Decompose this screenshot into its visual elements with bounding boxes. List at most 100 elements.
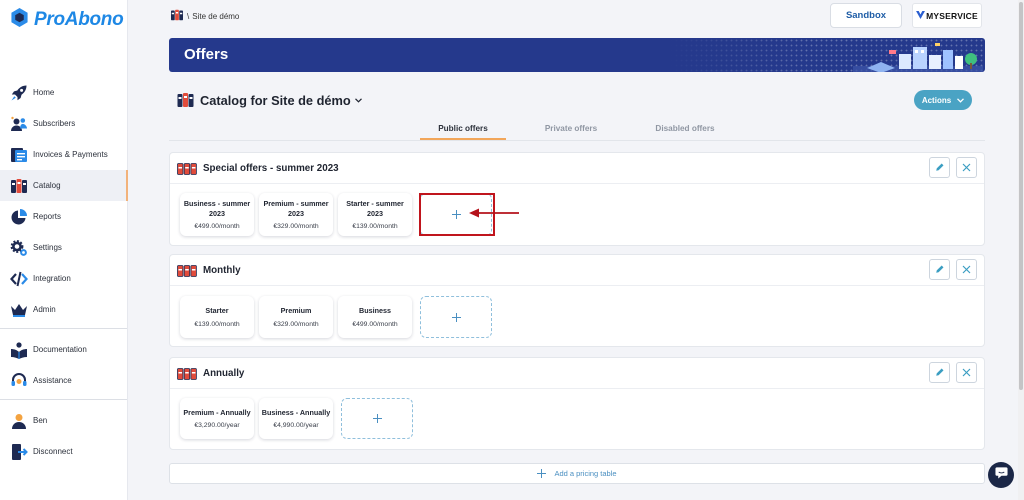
chat-icon: [994, 466, 1008, 484]
sidebar-item-label: Admin: [33, 305, 56, 314]
offer-card[interactable]: Starter €139.00/month: [180, 296, 254, 338]
catalog-title: Catalog for Site de démo: [200, 92, 351, 108]
headset-icon: [10, 372, 28, 390]
offer-price: €329.00/month: [273, 320, 319, 328]
pencil-icon: [935, 159, 945, 177]
sidebar-item-subscribers[interactable]: Subscribers: [0, 108, 128, 139]
business-name: MYSERVICE: [926, 10, 978, 21]
sidebar-divider: [0, 399, 127, 400]
sidebar-item-integration[interactable]: Integration: [0, 263, 128, 294]
catalog-icon: [170, 9, 184, 23]
catalog-header: Catalog for Site de démo Actions Public …: [169, 84, 985, 141]
breadcrumb-current[interactable]: Site de démo: [192, 12, 239, 21]
offer-name: Starter: [205, 306, 229, 316]
sidebar-item-label: Settings: [33, 243, 62, 252]
banner-illustration: [853, 43, 983, 72]
rocket-icon: [10, 84, 28, 102]
sidebar-item-label: Assistance: [33, 376, 72, 385]
pricing-table-section: Annually Premium - Annually €3,290.00/ye…: [169, 357, 985, 450]
app-name: ProAbono: [34, 9, 124, 30]
sandbox-button[interactable]: Sandbox: [830, 3, 902, 28]
sidebar-item-disconnect[interactable]: Disconnect: [0, 436, 128, 467]
sidebar-divider: [0, 328, 127, 329]
sidebar-item-user[interactable]: Ben: [0, 405, 128, 436]
offer-card[interactable]: Business - Annually €4,990.00/year: [259, 398, 333, 439]
add-offer-button[interactable]: [341, 398, 413, 439]
tab-private-offers[interactable]: Private offers: [528, 120, 614, 140]
offer-price: €139.00/month: [194, 320, 240, 328]
offer-card[interactable]: Premium - Annually €3,290.00/year: [180, 398, 254, 439]
edit-section-button[interactable]: [929, 362, 950, 383]
gear-icon: [10, 239, 28, 257]
books-icon: [177, 264, 197, 282]
sidebar-item-label: Catalog: [33, 181, 61, 190]
offer-price: €4,990.00/year: [273, 422, 319, 430]
sidebar-item-label: Disconnect: [33, 447, 73, 456]
pie-chart-icon: [10, 208, 28, 226]
delete-section-button[interactable]: [956, 259, 977, 280]
offer-card[interactable]: Business - summer 2023 €499.00/month: [180, 193, 254, 236]
sidebar-item-reports[interactable]: Reports: [0, 201, 128, 232]
catalog-icon: [176, 92, 195, 113]
users-icon: [10, 115, 28, 133]
sidebar-item-documentation[interactable]: Documentation: [0, 334, 128, 365]
add-offer-button[interactable]: [420, 296, 492, 338]
sidebar-item-label: Documentation: [33, 345, 87, 354]
delete-section-button[interactable]: [956, 157, 977, 178]
section-title: Monthly: [203, 265, 241, 276]
sidebar-item-settings[interactable]: Settings: [0, 232, 128, 263]
sidebar-item-assistance[interactable]: Assistance: [0, 365, 128, 396]
offer-name: Starter - summer 2023: [346, 199, 404, 218]
sidebar-item-invoices-payments[interactable]: Invoices & Payments: [0, 139, 128, 170]
offer-name: Business - summer 2023: [183, 199, 251, 218]
offer-card[interactable]: Premium €329.00/month: [259, 296, 333, 338]
pencil-icon: [935, 364, 945, 382]
chat-button[interactable]: [988, 462, 1014, 488]
offers-row: Premium - Annually €3,290.00/year Busine…: [180, 398, 413, 439]
catalog-icon: [10, 177, 28, 195]
tab-disabled-offers[interactable]: Disabled offers: [642, 120, 728, 140]
plus-icon: [537, 469, 547, 478]
edit-section-button[interactable]: [929, 157, 950, 178]
chevron-down-icon: [957, 97, 965, 103]
scrollbar-thumb[interactable]: [1019, 2, 1023, 390]
delete-section-button[interactable]: [956, 362, 977, 383]
pricing-table-section: Special offers - summer 2023 Business - …: [169, 152, 985, 246]
app-logo[interactable]: ProAbono: [10, 8, 124, 31]
sidebar-item-label: Ben: [33, 416, 48, 425]
sidebar-item-label: Reports: [33, 212, 62, 221]
offer-name: Premium - Annually: [183, 407, 251, 417]
add-pricing-table-button[interactable]: Add a pricing table: [169, 463, 985, 484]
sidebar-item-label: Invoices & Payments: [33, 150, 108, 159]
sidebar-item-label: Subscribers: [33, 119, 76, 128]
offer-price: €329.00/month: [273, 223, 319, 230]
invoices-icon: [10, 146, 28, 164]
actions-button[interactable]: Actions: [914, 90, 972, 110]
section-title: Annually: [203, 368, 245, 379]
catalog-selector[interactable]: Catalog for Site de démo: [200, 91, 362, 109]
edit-section-button[interactable]: [929, 259, 950, 280]
sidebar-item-admin[interactable]: Admin: [0, 294, 128, 325]
breadcrumb-separator: \: [187, 11, 190, 21]
plus-icon: [372, 414, 382, 423]
offer-card[interactable]: Premium - summer 2023 €329.00/month: [259, 193, 333, 236]
close-icon: [962, 261, 971, 279]
sidebar-item-home[interactable]: Home: [0, 77, 128, 108]
sidebar-item-catalog[interactable]: Catalog: [0, 170, 128, 201]
business-selector[interactable]: MYSERVICE: [912, 3, 982, 28]
logout-icon: [10, 443, 28, 461]
plus-icon: [451, 312, 461, 322]
offers-row: Starter €139.00/month Premium €329.00/mo…: [180, 296, 492, 338]
sidebar: ProAbono Home Subscribers Invoices & Pay…: [0, 0, 128, 500]
books-icon: [177, 162, 197, 180]
section-header: Monthly: [170, 255, 984, 286]
offer-name: Business: [359, 306, 391, 316]
section-header: Annually: [170, 358, 984, 389]
pencil-icon: [935, 261, 945, 279]
offer-price: €139.00/month: [352, 223, 398, 230]
offer-card[interactable]: Starter - summer 2023 €139.00/month: [338, 193, 412, 236]
breadcrumb: \ Site de démo: [170, 9, 239, 23]
offer-card[interactable]: Business €499.00/month: [338, 296, 412, 338]
page-title: Offers: [184, 46, 229, 63]
tab-public-offers[interactable]: Public offers: [420, 120, 506, 140]
